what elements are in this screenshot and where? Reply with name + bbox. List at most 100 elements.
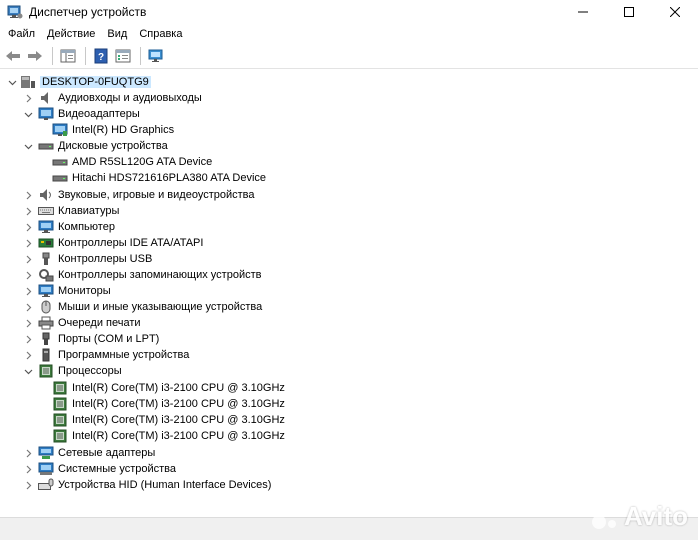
tree-item-sound[interactable]: Звуковые, игровые и видеоустройства <box>0 187 698 203</box>
maximize-icon <box>624 7 634 17</box>
chevron-down-icon[interactable] <box>23 141 33 151</box>
display-adapter-icon <box>52 123 68 137</box>
tree-item-cpu3[interactable]: Intel(R) Core(TM) i3-2100 CPU @ 3.10GHz <box>0 412 698 428</box>
chevron-right-icon[interactable] <box>23 448 33 458</box>
disk-drive-icon <box>52 155 68 169</box>
tree-item-label: Системные устройства <box>58 463 177 475</box>
tree-item-video[interactable]: Видеоадаптеры <box>0 106 698 122</box>
chevron-right-icon[interactable] <box>23 480 33 490</box>
properties-button[interactable] <box>113 46 133 66</box>
chevron-right-icon[interactable] <box>23 254 33 264</box>
tree-item-mice[interactable]: Мыши и иные указывающие устройства <box>0 299 698 315</box>
tree-item-label: Процессоры <box>58 365 122 377</box>
tree-item-network[interactable]: Сетевые адаптеры <box>0 445 698 461</box>
tree-item-label: Порты (COM и LPT) <box>58 333 160 345</box>
chevron-right-icon[interactable] <box>23 350 33 360</box>
tree-item-label: Сетевые адаптеры <box>58 447 156 459</box>
tree-root[interactable]: DESKTOP-0FUQTG9 <box>0 74 698 90</box>
tree-item-disks[interactable]: Дисковые устройства <box>0 138 698 154</box>
menu-action[interactable]: Действие <box>41 28 101 40</box>
menu-view[interactable]: Вид <box>101 28 133 40</box>
toolbar: ? <box>0 44 698 69</box>
tree-item-cpus[interactable]: Процессоры <box>0 363 698 379</box>
properties-window-icon <box>115 49 131 63</box>
disk-drive-icon <box>52 171 68 185</box>
avito-logo-icon <box>591 505 616 529</box>
tree-item-label: Intel(R) Core(TM) i3-2100 CPU @ 3.10GHz <box>72 414 285 426</box>
network-adapter-icon <box>38 446 54 460</box>
tree-item-ports[interactable]: Порты (COM и LPT) <box>0 331 698 347</box>
tree-item-computer[interactable]: Компьютер <box>0 219 698 235</box>
close-button[interactable] <box>652 0 698 24</box>
tree-item-label: Мыши и иные указывающие устройства <box>58 301 263 313</box>
chevron-right-icon[interactable] <box>23 270 33 280</box>
printer-icon <box>38 316 54 330</box>
window-title: Диспетчер устройств <box>29 5 147 19</box>
tree-item-label: Intel(R) Core(TM) i3-2100 CPU @ 3.10GHz <box>72 398 285 410</box>
tree-item-storage[interactable]: Контроллеры запоминающих устройств <box>0 267 698 283</box>
tree-item-label: Контроллеры IDE ATA/ATAPI <box>58 237 204 249</box>
chevron-right-icon[interactable] <box>23 238 33 248</box>
maximize-button[interactable] <box>606 0 652 24</box>
monitor-scan-icon <box>148 49 163 62</box>
tree-item-monitors[interactable]: Мониторы <box>0 283 698 299</box>
tree-item-print-queue[interactable]: Очереди печати <box>0 315 698 331</box>
avito-watermark: Avito <box>590 501 688 532</box>
processor-icon <box>52 381 68 395</box>
tree-item-software[interactable]: Программные устройства <box>0 347 698 363</box>
tree-item-label: AMD R5SL120G ATA Device <box>72 156 213 168</box>
tree-item-cpu2[interactable]: Intel(R) Core(TM) i3-2100 CPU @ 3.10GHz <box>0 396 698 412</box>
tree-item-disk2[interactable]: Hitachi HDS721616PLA380 ATA Device <box>0 170 698 186</box>
menu-file[interactable]: Файл <box>2 28 41 40</box>
tree-item-label: Звуковые, игровые и видеоустройства <box>58 189 255 201</box>
forward-button[interactable] <box>25 46 45 66</box>
tree-item-usb[interactable]: Контроллеры USB <box>0 251 698 267</box>
chevron-down-icon[interactable] <box>23 366 33 376</box>
help-book-icon: ? <box>94 48 108 64</box>
chevron-right-icon[interactable] <box>23 286 33 296</box>
help-button[interactable]: ? <box>91 46 111 66</box>
tree-item-ide[interactable]: Контроллеры IDE ATA/ATAPI <box>0 235 698 251</box>
device-tree: DESKTOP-0FUQTG9 Аудиовходы и аудиовыходы… <box>0 72 698 518</box>
tree-item-label: Мониторы <box>58 285 111 297</box>
toolbar-separator <box>52 47 53 65</box>
tree-item-cpu4[interactable]: Intel(R) Core(TM) i3-2100 CPU @ 3.10GHz <box>0 428 698 444</box>
tree-item-system[interactable]: Системные устройства <box>0 461 698 477</box>
minimize-button[interactable] <box>560 0 606 24</box>
console-tree-icon <box>60 49 76 63</box>
tree-item-label: Программные устройства <box>58 349 190 361</box>
chevron-down-icon[interactable] <box>23 109 33 119</box>
minimize-icon <box>578 11 588 13</box>
show-hide-tree-button[interactable] <box>58 46 78 66</box>
tree-item-label: Устройства HID (Human Interface Devices) <box>58 479 272 491</box>
chevron-right-icon[interactable] <box>23 318 33 328</box>
chevron-right-icon[interactable] <box>23 334 33 344</box>
tree-item-label: Intel(R) Core(TM) i3-2100 CPU @ 3.10GHz <box>72 430 285 442</box>
tree-item-label: Контроллеры USB <box>58 253 153 265</box>
tree-item-disk1[interactable]: AMD R5SL120G ATA Device <box>0 154 698 170</box>
back-button[interactable] <box>3 46 23 66</box>
scan-hardware-button[interactable] <box>146 46 166 66</box>
tree-item-keyboards[interactable]: Клавиатуры <box>0 203 698 219</box>
chevron-right-icon[interactable] <box>23 464 33 474</box>
chevron-right-icon[interactable] <box>23 190 33 200</box>
title-bar: Диспетчер устройств <box>0 0 698 24</box>
tree-item-audio-io[interactable]: Аудиовходы и аудиовыходы <box>0 90 698 106</box>
menu-help[interactable]: Справка <box>133 28 188 40</box>
chevron-down-icon[interactable] <box>7 77 17 87</box>
chevron-right-icon[interactable] <box>23 206 33 216</box>
tree-item-label: Видеоадаптеры <box>58 108 140 120</box>
tree-item-label: Intel(R) Core(TM) i3-2100 CPU @ 3.10GHz <box>72 382 285 394</box>
tree-item-label: Hitachi HDS721616PLA380 ATA Device <box>72 172 267 184</box>
software-device-icon <box>38 348 54 362</box>
tree-item-label: Компьютер <box>58 221 115 233</box>
system-device-icon <box>38 462 54 476</box>
device-manager-icon <box>7 4 23 20</box>
chevron-right-icon[interactable] <box>23 222 33 232</box>
chevron-right-icon[interactable] <box>23 302 33 312</box>
tree-item-label: Очереди печати <box>58 317 141 329</box>
tree-item-video-child[interactable]: Intel(R) HD Graphics <box>0 122 698 138</box>
tree-item-cpu1[interactable]: Intel(R) Core(TM) i3-2100 CPU @ 3.10GHz <box>0 380 698 396</box>
tree-item-hid[interactable]: Устройства HID (Human Interface Devices) <box>0 477 698 493</box>
chevron-right-icon[interactable] <box>23 93 33 103</box>
